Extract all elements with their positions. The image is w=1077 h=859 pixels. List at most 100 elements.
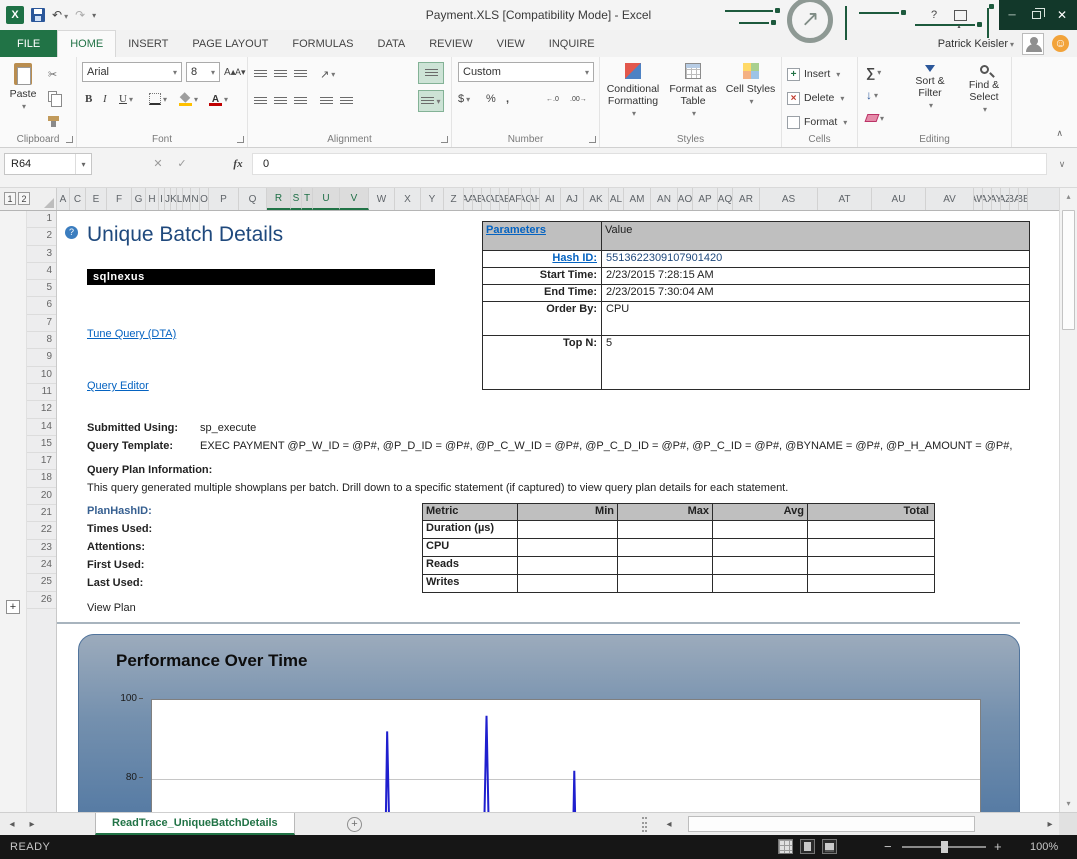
row-header[interactable]: 10 [27,367,56,384]
column-header[interactable]: U [313,188,340,210]
decrease-font-button[interactable] [235,63,246,81]
column-header[interactable]: Y [421,188,444,210]
row-header[interactable]: 1 [27,211,56,229]
copy-button[interactable] [48,87,62,107]
row-header[interactable]: 17 [27,453,56,471]
column-header[interactable]: AM [624,188,651,210]
font-dialog-launcher[interactable] [237,136,244,143]
column-header[interactable]: AJ [561,188,584,210]
column-header[interactable]: AQ [718,188,733,210]
customize-qat-icon[interactable] [92,9,96,21]
align-left-button[interactable] [254,92,267,110]
decrease-indent-button[interactable] [320,92,333,110]
column-header[interactable]: AL [609,188,624,210]
insert-function-button[interactable]: fx [228,153,248,175]
name-box[interactable]: R64 [4,153,92,175]
font-color-button[interactable] [209,90,228,108]
ribbon-tab[interactable]: VIEW [485,30,537,57]
expand-formula-bar-icon[interactable] [1053,153,1071,175]
outline-level-button[interactable]: 2 [18,192,30,205]
row-header[interactable]: 6 [27,297,56,315]
row-header[interactable]: 2 [27,228,56,246]
sheet-canvas[interactable]: Unique Batch Details sqlnexus Tune Query… [57,211,1059,812]
row-header[interactable]: 9 [27,349,56,367]
column-header[interactable]: F [107,188,132,210]
number-dialog-launcher[interactable] [589,136,596,143]
restore-button[interactable] [1023,0,1049,30]
select-all-corner[interactable]: 12 [0,188,57,210]
cut-button[interactable] [48,65,57,83]
column-header[interactable]: W [369,188,395,210]
clear-button[interactable] [864,109,884,127]
row-header[interactable]: 4 [27,263,56,281]
row-header[interactable]: 24 [27,557,56,575]
row-header[interactable]: 18 [27,470,56,488]
user-avatar[interactable] [1022,32,1044,55]
hscroll-left-icon[interactable] [662,813,676,836]
tab-scroll-splitter[interactable] [642,817,647,832]
column-header[interactable]: V [340,188,369,210]
minimize-button[interactable] [999,0,1025,30]
merge-center-button[interactable] [418,90,444,112]
help-icon[interactable] [65,226,78,239]
performance-chart[interactable]: Performance Over Time 100 80 [78,634,1020,812]
add-sheet-button[interactable] [347,817,362,832]
column-header[interactable]: G [132,188,146,210]
vertical-scrollbar[interactable] [1059,188,1077,812]
zoom-slider[interactable] [902,841,986,853]
fill-color-button[interactable] [179,90,198,108]
zoom-slider-thumb[interactable] [941,841,948,853]
ribbon-tab[interactable]: DATA [366,30,418,57]
page-break-view-button[interactable] [822,839,837,854]
ribbon-tab[interactable]: INSERT [116,30,180,57]
find-select-button[interactable]: Find & Select [958,61,1010,135]
comma-style-button[interactable]: , [506,90,509,108]
bold-button[interactable]: B [85,90,92,108]
view-plan-link[interactable]: View Plan [87,602,136,614]
column-header[interactable]: M [183,188,191,210]
zoom-out-button[interactable] [884,835,892,859]
close-button[interactable] [1049,0,1075,30]
autosum-button[interactable] [866,63,881,81]
borders-button[interactable] [149,90,167,108]
column-header[interactable]: C [70,188,86,210]
redo-icon[interactable] [75,8,85,22]
row-header[interactable]: 5 [27,280,56,298]
column-header[interactable]: Z [444,188,464,210]
column-header[interactable]: AP [693,188,718,210]
cells-button[interactable]: Format [787,112,853,132]
feedback-smiley-icon[interactable] [1052,35,1069,52]
format-painter-button[interactable] [48,109,59,127]
percent-button[interactable]: % [486,90,496,108]
column-header[interactable]: AA [464,188,473,210]
scroll-up-icon[interactable] [1060,188,1077,205]
column-header[interactable]: AV [926,188,974,210]
clipboard-dialog-launcher[interactable] [66,136,73,143]
column-header[interactable]: AR [733,188,760,210]
column-header[interactable]: S [291,188,302,210]
ribbon-tab[interactable]: INQUIRE [537,30,607,57]
fill-button[interactable] [866,86,878,104]
outline-level-button[interactable]: 1 [4,192,16,205]
styles-button[interactable]: Format as Table [663,61,723,135]
orientation-button[interactable] [320,65,335,83]
column-header[interactable]: AX [983,188,992,210]
underline-button[interactable]: U [119,90,133,108]
styles-button[interactable]: Cell Styles [723,61,778,135]
column-header[interactable]: AN [651,188,678,210]
currency-button[interactable]: $ [458,90,470,108]
zoom-level[interactable]: 100% [1030,835,1058,859]
row-header[interactable]: 14 [27,419,56,436]
row-header[interactable]: 23 [27,540,56,557]
column-header[interactable]: AW [974,188,983,210]
vscroll-thumb[interactable] [1062,210,1075,330]
row-header[interactable]: 3 [27,246,56,263]
column-header[interactable]: BB [1019,188,1028,210]
row-header[interactable]: 15 [27,436,56,454]
align-middle-button[interactable] [274,65,287,83]
font-family-select[interactable]: Arial [82,62,182,82]
increase-font-button[interactable] [224,63,236,81]
row-header[interactable]: 25 [27,574,56,592]
ribbon-tab[interactable]: FILE [0,30,58,57]
italic-button[interactable]: I [103,90,107,108]
